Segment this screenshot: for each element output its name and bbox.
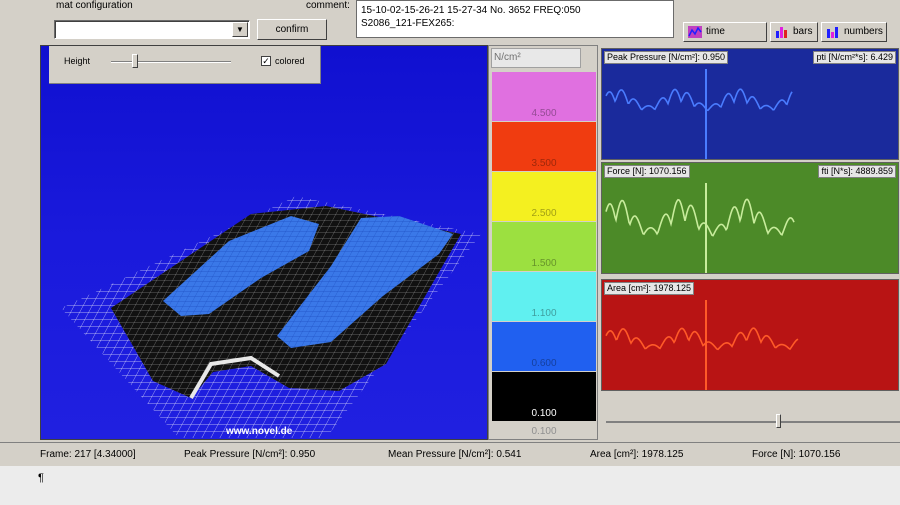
status-mean-pressure: Mean Pressure [N/cm²]: 0.541 <box>388 449 522 460</box>
bottom-strip: ¶ <box>0 466 900 505</box>
legend-band: 3.500 <box>492 122 596 171</box>
colored-label: colored <box>275 56 305 66</box>
legend-band: 1.500 <box>492 222 596 271</box>
trace-line <box>605 198 795 237</box>
mat-config-label: mat configuration <box>56 0 133 11</box>
force-label: Force [N]: 1070.156 <box>604 165 690 178</box>
legend-band-value: 1.100 <box>531 308 557 319</box>
area-label: Area [cm²]: 1978.125 <box>604 282 695 295</box>
height-control-panel: Height ✓ colored <box>49 46 321 84</box>
height-slider-thumb[interactable] <box>132 54 138 68</box>
bars-icon <box>776 27 787 38</box>
legend-band: 0.600 <box>492 322 596 371</box>
pressure-3d-view[interactable]: Height ✓ colored www.novel.de <box>40 45 488 440</box>
pilcrow-mark: ¶ <box>38 472 44 484</box>
confirm-button[interactable]: confirm <box>257 19 327 40</box>
peak-pressure-chart[interactable]: Peak Pressure [N/cm²]: 0.950 pti [N/cm²*… <box>601 48 899 160</box>
time-process-icon <box>688 26 702 38</box>
colored-checkbox[interactable]: ✓ <box>261 56 271 66</box>
numbers-button[interactable]: numbers <box>821 22 887 42</box>
legend-band-value: 0.600 <box>531 358 557 369</box>
legend-band: 0.100 <box>492 372 596 421</box>
peak-pressure-trace <box>605 69 793 159</box>
legend-band: 4.500 <box>492 72 596 121</box>
legend-band-value: 2.500 <box>531 208 557 219</box>
dropdown-arrow-icon[interactable]: ▼ <box>232 22 248 37</box>
time-scroll-thumb[interactable] <box>776 414 781 428</box>
legend-band-value: 3.500 <box>531 158 557 169</box>
numbers-icon <box>827 27 838 38</box>
mat-config-select[interactable]: ▼ <box>54 20 250 39</box>
height-slider-track[interactable] <box>111 61 231 63</box>
comment-line-1: 15-10-02-15-26-21 15-27-34 No. 3652 FREQ… <box>361 5 581 16</box>
comment-line-2: S2086_121-FEX265: <box>361 18 455 29</box>
comment-field[interactable]: 15-10-02-15-26-21 15-27-34 No. 3652 FREQ… <box>356 0 674 38</box>
comment-label: comment: <box>306 0 350 11</box>
time-scroll-track[interactable] <box>606 421 900 423</box>
area-chart[interactable]: Area [cm²]: 1978.125 <box>601 279 899 391</box>
status-bar: Frame: 217 [4.34000] Peak Pressure [N/cm… <box>0 442 900 464</box>
status-force: Force [N]: 1070.156 <box>752 449 841 460</box>
status-peak-pressure: Peak Pressure [N/cm²]: 0.950 <box>184 449 316 460</box>
legend-band: 2.500 <box>492 172 596 221</box>
status-frame: Frame: 217 [4.34000] <box>40 449 136 460</box>
numbers-label: numbers <box>844 26 883 37</box>
time-process-button[interactable]: time process <box>683 22 767 55</box>
bars-label: bars <box>793 26 813 37</box>
pressure-surface-mesh <box>61 196 481 438</box>
legend-bottom-value: 0.100 <box>531 426 557 437</box>
novel-watermark: www.novel.de <box>226 426 293 437</box>
trace-line <box>605 88 793 112</box>
force-trace <box>605 183 795 273</box>
height-label: Height <box>64 56 91 66</box>
bars-button[interactable]: bars <box>770 22 818 42</box>
force-chart[interactable]: Force [N]: 1070.156 fti [N*s]: 4889.859 <box>601 162 899 274</box>
legend-band-value: 0.100 <box>531 408 557 419</box>
legend-band-value: 1.500 <box>531 258 557 269</box>
fti-label: fti [N*s]: 4889.859 <box>818 165 896 178</box>
top-toolbar: mat configuration ▼ confirm comment: 15-… <box>0 0 900 55</box>
legend-band-value: 4.500 <box>531 108 557 119</box>
peak-pressure-label: Peak Pressure [N/cm²]: 0.950 <box>604 51 729 64</box>
area-trace <box>605 300 799 390</box>
status-area: Area [cm²]: 1978.125 <box>590 449 684 460</box>
pressure-legend: N/cm² 4.500 3.500 2.500 1.500 1.100 0.600 0.10… <box>488 45 598 440</box>
time-process-panel: Peak Pressure [N/cm²]: 0.950 pti [N/cm²*… <box>598 45 900 440</box>
pti-label: pti [N/cm²*s]: 6.429 <box>813 51 896 64</box>
legend-unit: N/cm² <box>491 48 581 68</box>
legend-band: 1.100 <box>492 272 596 321</box>
trace-line <box>605 327 799 351</box>
